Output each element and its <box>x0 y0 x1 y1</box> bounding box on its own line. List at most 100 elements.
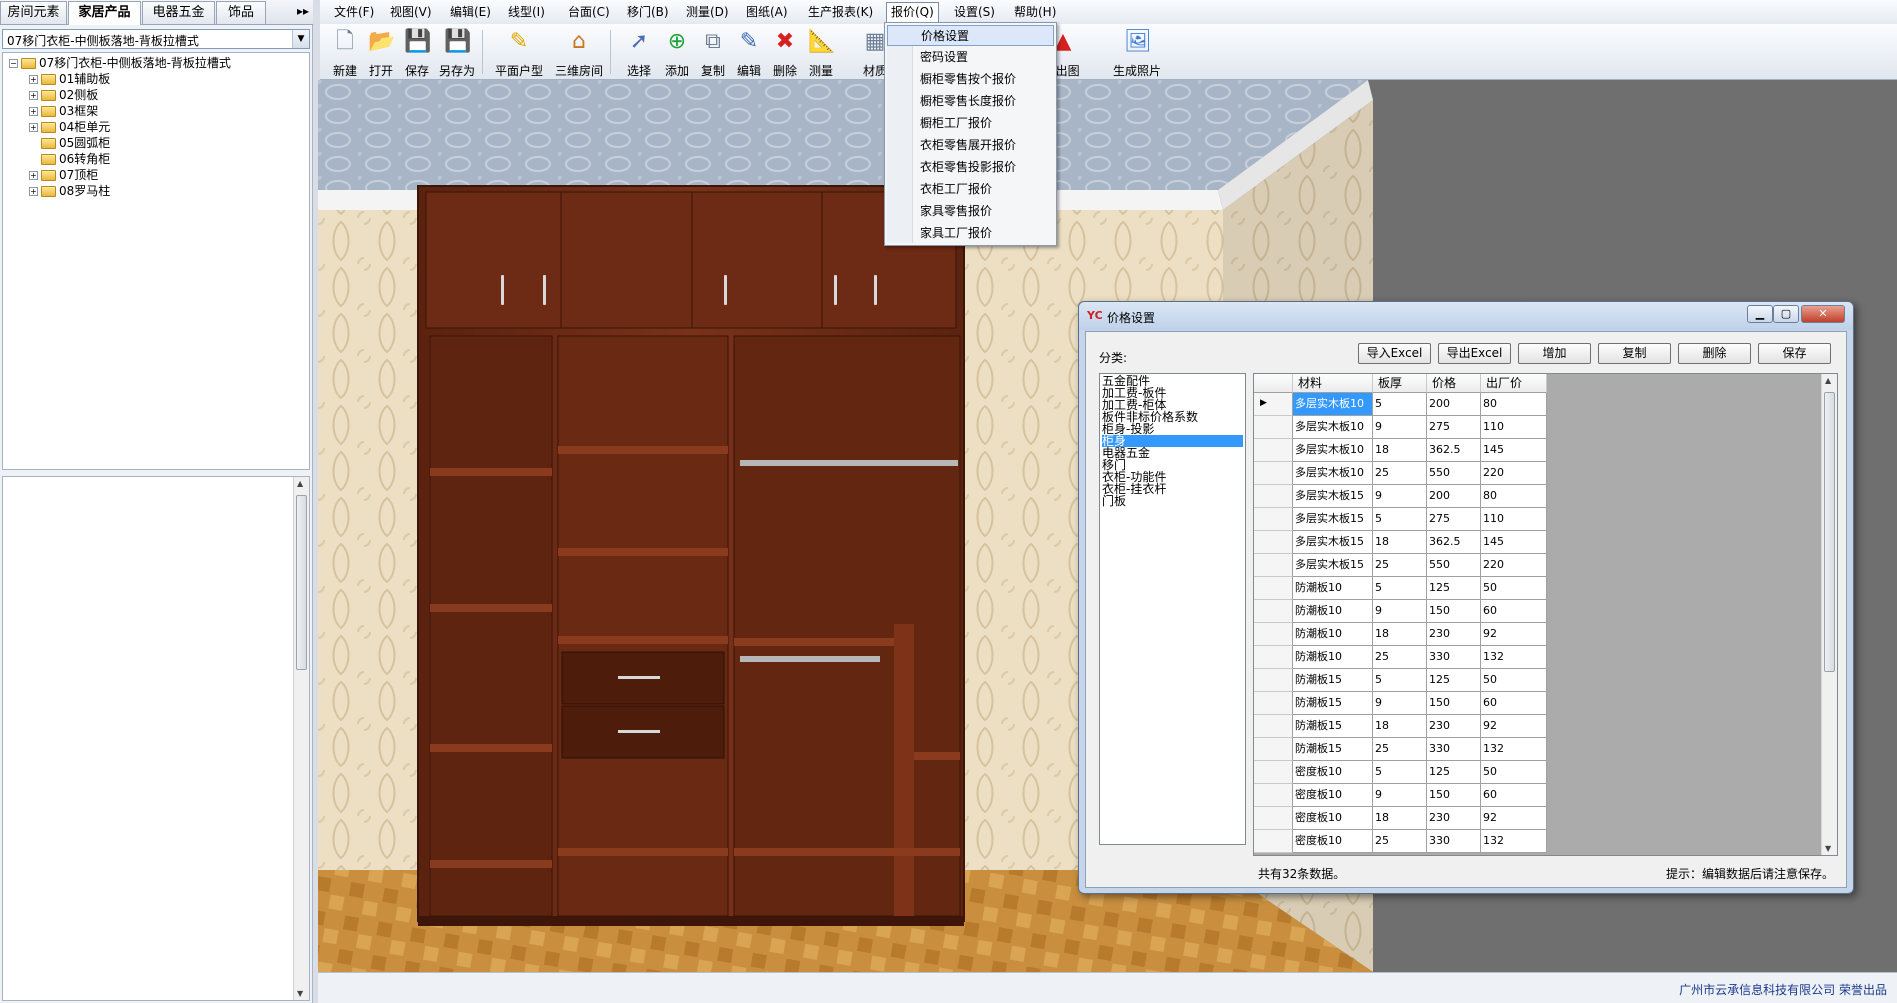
cell-thickness[interactable]: 25 <box>1373 462 1427 485</box>
cell-price[interactable]: 230 <box>1427 623 1481 646</box>
expand-icon[interactable]: + <box>29 91 38 100</box>
menu-file[interactable]: 文件(F) <box>330 4 378 22</box>
row-header[interactable] <box>1254 646 1293 669</box>
cell-factory-price[interactable]: 132 <box>1481 646 1547 669</box>
cell-material[interactable]: 多层实木板10 <box>1293 462 1373 485</box>
menu-item-cabinet-retail-length[interactable]: 橱柜零售长度报价 <box>887 91 1054 112</box>
table-row[interactable]: 防潮板10 25 330 132 <box>1254 646 1547 669</box>
cell-factory-price[interactable]: 50 <box>1481 577 1547 600</box>
expand-icon[interactable]: + <box>29 107 38 116</box>
cell-factory-price[interactable]: 50 <box>1481 761 1547 784</box>
cell-factory-price[interactable]: 220 <box>1481 462 1547 485</box>
table-row[interactable]: 密度板10 25 330 132 <box>1254 830 1547 853</box>
cell-factory-price[interactable]: 60 <box>1481 692 1547 715</box>
cell-factory-price[interactable]: 145 <box>1481 531 1547 554</box>
expand-icon[interactable]: + <box>29 75 38 84</box>
table-row[interactable]: 多层实木板15 18 362.5 145 <box>1254 531 1547 554</box>
maximize-button[interactable]: ▢ <box>1773 305 1799 323</box>
scroll-up-icon[interactable]: ▲ <box>297 479 303 488</box>
tree-item[interactable]: +03框架 <box>29 103 98 119</box>
row-header[interactable] <box>1254 577 1293 600</box>
cell-factory-price[interactable]: 80 <box>1481 485 1547 508</box>
cell-thickness[interactable]: 9 <box>1373 600 1427 623</box>
table-row[interactable]: 多层实木板15 5 275 110 <box>1254 508 1547 531</box>
cell-factory-price[interactable]: 110 <box>1481 508 1547 531</box>
cell-price[interactable]: 125 <box>1427 577 1481 600</box>
cell-thickness[interactable]: 25 <box>1373 830 1427 853</box>
cell-thickness[interactable]: 25 <box>1373 738 1427 761</box>
menu-item-wardrobe-retail-projection[interactable]: 衣柜零售投影报价 <box>887 157 1054 178</box>
cell-factory-price[interactable]: 80 <box>1481 393 1547 416</box>
table-row[interactable]: 防潮板10 9 150 60 <box>1254 600 1547 623</box>
table-row[interactable]: 防潮板15 25 330 132 <box>1254 738 1547 761</box>
cell-thickness[interactable]: 18 <box>1373 807 1427 830</box>
cell-factory-price[interactable]: 60 <box>1481 784 1547 807</box>
cell-material[interactable]: 防潮板15 <box>1293 738 1373 761</box>
cell-thickness[interactable]: 5 <box>1373 761 1427 784</box>
cell-material[interactable]: 防潮板15 <box>1293 715 1373 738</box>
column-header-price[interactable]: 价格 <box>1427 374 1481 393</box>
table-row[interactable]: ▶ 多层实木板10 5 200 80 <box>1254 393 1547 416</box>
cell-price[interactable]: 275 <box>1427 416 1481 439</box>
tab-decorations[interactable]: 饰品 <box>216 1 266 24</box>
menu-item-furniture-retail[interactable]: 家具零售报价 <box>887 201 1054 222</box>
row-header[interactable] <box>1254 531 1293 554</box>
cell-thickness[interactable]: 5 <box>1373 508 1427 531</box>
row-header[interactable] <box>1254 462 1293 485</box>
cell-factory-price[interactable]: 92 <box>1481 807 1547 830</box>
row-header[interactable] <box>1254 600 1293 623</box>
tree-root[interactable]: − 07移门衣柜-中侧板落地-背板拉槽式 <box>9 55 231 71</box>
cell-factory-price[interactable]: 132 <box>1481 738 1547 761</box>
cell-factory-price[interactable]: 132 <box>1481 830 1547 853</box>
table-row[interactable]: 密度板10 9 150 60 <box>1254 784 1547 807</box>
cell-thickness[interactable]: 25 <box>1373 646 1427 669</box>
cell-material[interactable]: 防潮板10 <box>1293 577 1373 600</box>
scroll-down-icon[interactable]: ▼ <box>1825 844 1831 853</box>
menu-item-cabinet-retail-per-unit[interactable]: 橱柜零售按个报价 <box>887 69 1054 90</box>
menu-item-price-settings[interactable]: 价格设置 <box>887 25 1054 46</box>
menu-help[interactable]: 帮助(H) <box>1010 4 1060 22</box>
cell-material[interactable]: 防潮板10 <box>1293 623 1373 646</box>
copy-row-button[interactable]: 复制 <box>1598 343 1671 364</box>
cell-factory-price[interactable]: 50 <box>1481 669 1547 692</box>
cell-price[interactable]: 230 <box>1427 807 1481 830</box>
category-item[interactable]: 门板 <box>1102 495 1243 507</box>
category-list[interactable]: 五金配件 加工费-板件 加工费-柜体 板件非标价格系数 柜身-投影 柜身 电器五… <box>1099 373 1246 845</box>
minimize-button[interactable]: ▁ <box>1747 305 1773 323</box>
cell-material[interactable]: 多层实木板10 <box>1293 416 1373 439</box>
cell-thickness[interactable]: 18 <box>1373 715 1427 738</box>
cell-factory-price[interactable]: 110 <box>1481 416 1547 439</box>
cell-price[interactable]: 125 <box>1427 669 1481 692</box>
row-header[interactable] <box>1254 485 1293 508</box>
cell-material[interactable]: 多层实木板10 <box>1293 393 1373 416</box>
cell-material[interactable]: 多层实木板15 <box>1293 531 1373 554</box>
delete-row-button[interactable]: 删除 <box>1678 343 1751 364</box>
menu-item-password-settings[interactable]: 密码设置 <box>887 47 1054 68</box>
tab-scroll-right-icon[interactable]: ▸▸ <box>297 4 309 18</box>
cell-thickness[interactable]: 9 <box>1373 416 1427 439</box>
3d-room-button[interactable]: ⌂ 三维房间 <box>555 26 603 78</box>
cell-material[interactable]: 多层实木板15 <box>1293 508 1373 531</box>
cell-price[interactable]: 230 <box>1427 715 1481 738</box>
cell-thickness[interactable]: 9 <box>1373 485 1427 508</box>
column-header-factory-price[interactable]: 出厂价 <box>1481 374 1547 393</box>
cell-factory-price[interactable]: 92 <box>1481 715 1547 738</box>
close-button[interactable]: ✕ <box>1801 305 1845 323</box>
table-row[interactable]: 防潮板15 18 230 92 <box>1254 715 1547 738</box>
menu-item-furniture-factory[interactable]: 家具工厂报价 <box>887 223 1054 244</box>
tab-appliances-hardware[interactable]: 电器五金 <box>142 1 215 24</box>
menu-item-wardrobe-factory[interactable]: 衣柜工厂报价 <box>887 179 1054 200</box>
row-header[interactable] <box>1254 761 1293 784</box>
expand-icon[interactable]: + <box>29 123 38 132</box>
cell-material[interactable]: 防潮板15 <box>1293 692 1373 715</box>
cell-material[interactable]: 多层实木板15 <box>1293 554 1373 577</box>
table-row[interactable]: 防潮板10 5 125 50 <box>1254 577 1547 600</box>
row-header[interactable] <box>1254 715 1293 738</box>
cell-thickness[interactable]: 5 <box>1373 669 1427 692</box>
menu-production-report[interactable]: 生产报表(K) <box>804 4 877 22</box>
expand-icon[interactable]: + <box>29 171 38 180</box>
menu-drawings[interactable]: 图纸(A) <box>742 4 792 22</box>
row-header[interactable] <box>1254 669 1293 692</box>
dialog-titlebar[interactable]: YC 价格设置 ▁ ▢ ✕ <box>1079 302 1853 330</box>
menu-sliding-door[interactable]: 移门(B) <box>623 4 673 22</box>
